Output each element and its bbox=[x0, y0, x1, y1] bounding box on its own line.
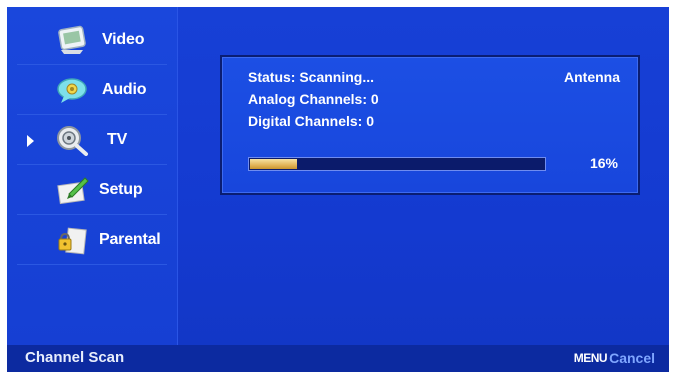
selection-arrow-icon bbox=[27, 135, 34, 147]
sidebar-item-audio[interactable]: Audio bbox=[17, 65, 167, 115]
sidebar-item-tv[interactable]: TV bbox=[17, 115, 167, 165]
video-icon bbox=[55, 24, 89, 56]
scan-status: Status: Scanning... bbox=[248, 69, 375, 85]
parental-icon bbox=[55, 224, 89, 256]
digital-channel-count: Digital Channels: 0 bbox=[248, 113, 375, 129]
cancel-button[interactable]: Cancel bbox=[609, 350, 655, 366]
sidebar-item-setup[interactable]: Setup bbox=[17, 165, 167, 215]
analog-channel-count: Analog Channels: 0 bbox=[248, 91, 379, 107]
channel-scan-panel: Status: Scanning... Analog Channels: 0 D… bbox=[220, 55, 640, 195]
sidebar-item-label: Parental bbox=[99, 230, 161, 248]
menu-key-label: MENU bbox=[573, 351, 608, 365]
tv-icon bbox=[55, 124, 89, 156]
sidebar-menu: Video Audio TV Setup Parental bbox=[7, 7, 178, 345]
sidebar-item-parental[interactable]: Parental bbox=[17, 215, 167, 265]
audio-icon bbox=[55, 74, 89, 106]
sidebar-item-label: Video bbox=[102, 30, 145, 48]
footer-bar: Channel Scan MENU Cancel bbox=[7, 345, 669, 372]
sidebar-item-label: Setup bbox=[99, 180, 143, 198]
scan-progress-percent: 16% bbox=[589, 155, 618, 171]
scan-progress-fill bbox=[250, 159, 297, 169]
setup-icon bbox=[55, 174, 89, 206]
sidebar-item-label: Audio bbox=[102, 80, 147, 98]
scan-progress-bar bbox=[248, 157, 546, 171]
signal-source: Antenna bbox=[564, 69, 620, 85]
page-title: Channel Scan bbox=[25, 349, 125, 366]
sidebar-item-video[interactable]: Video bbox=[17, 15, 167, 65]
sidebar-item-label: TV bbox=[107, 130, 128, 148]
cancel-hint[interactable]: MENU Cancel bbox=[574, 350, 655, 366]
tv-menu-screen: Video Audio TV Setup Parental Status: Sc… bbox=[7, 7, 669, 372]
